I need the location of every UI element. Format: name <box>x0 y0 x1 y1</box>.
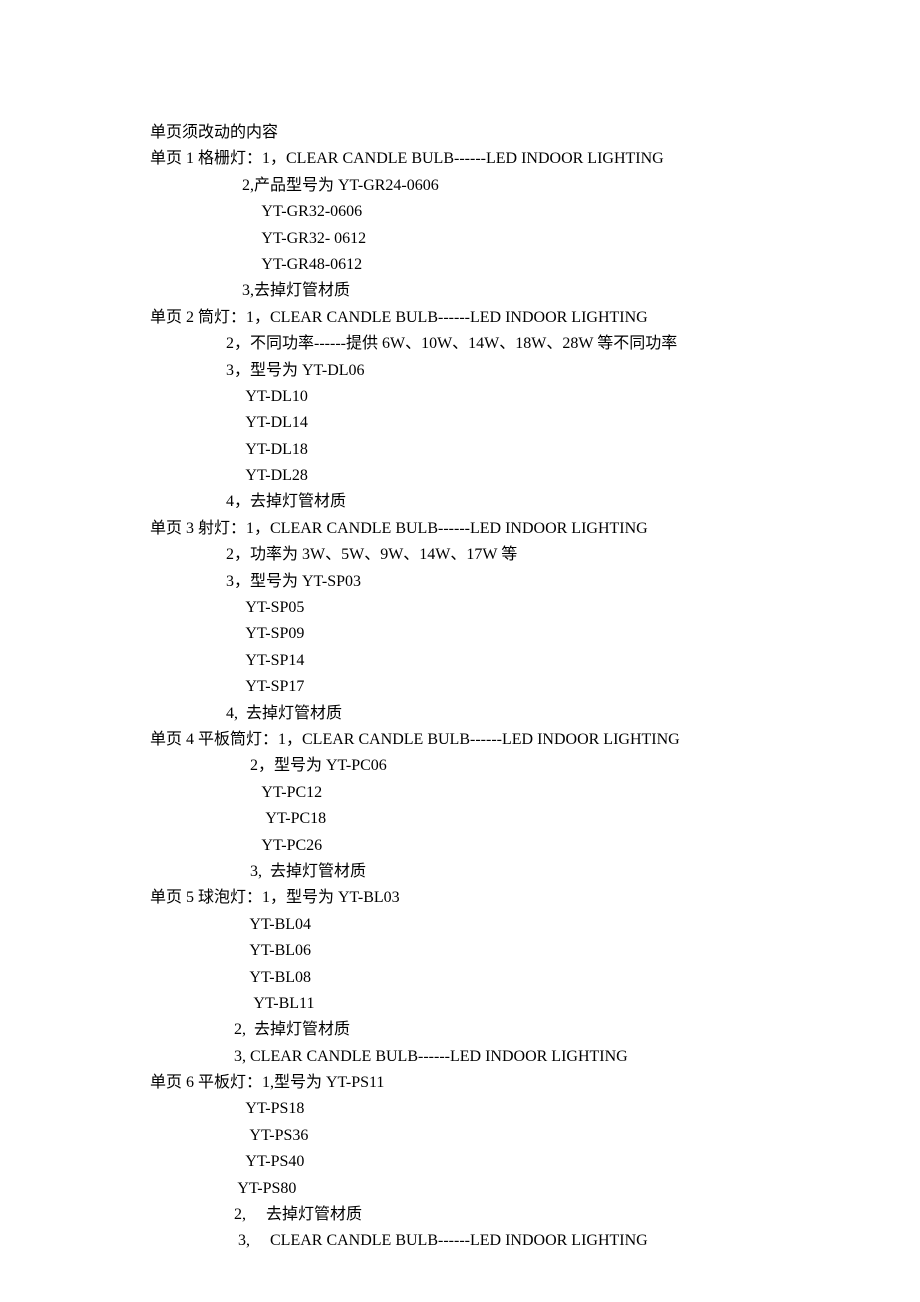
text-line: YT-PS40 <box>150 1149 920 1175</box>
text-line: YT-SP14 <box>150 648 920 674</box>
text-line: YT-DL28 <box>150 463 920 489</box>
text-line: 2，不同功率------提供 6W、10W、14W、18W、28W 等不同功率 <box>150 331 920 357</box>
text-line: 3, 去掉灯管材质 <box>150 859 920 885</box>
text-line: 单页 2 筒灯：1，CLEAR CANDLE BULB------LED IND… <box>150 305 920 331</box>
text-line: YT-DL10 <box>150 384 920 410</box>
text-line: 3, CLEAR CANDLE BULB------LED INDOOR LIG… <box>150 1044 920 1070</box>
text-line: YT-PC26 <box>150 833 920 859</box>
text-line: 单页 1 格栅灯：1，CLEAR CANDLE BULB------LED IN… <box>150 146 920 172</box>
text-line: 3，型号为 YT-SP03 <box>150 569 920 595</box>
text-line: YT-PC18 <box>150 806 920 832</box>
text-line: YT-SP17 <box>150 674 920 700</box>
text-line: 3,去掉灯管材质 <box>150 278 920 304</box>
document-page: 单页须改动的内容 单页 1 格栅灯：1，CLEAR CANDLE BULB---… <box>0 0 920 1255</box>
text-line: 单页 6 平板灯：1,型号为 YT-PS11 <box>150 1070 920 1096</box>
text-line: 3，型号为 YT-DL06 <box>150 358 920 384</box>
text-line: 单页 3 射灯：1，CLEAR CANDLE BULB------LED IND… <box>150 516 920 542</box>
text-line: 4，去掉灯管材质 <box>150 489 920 515</box>
text-line: 2，功率为 3W、5W、9W、14W、17W 等 <box>150 542 920 568</box>
text-line: YT-PS18 <box>150 1096 920 1122</box>
text-line: YT-BL08 <box>150 965 920 991</box>
text-line: 4, 去掉灯管材质 <box>150 701 920 727</box>
text-line: YT-BL11 <box>150 991 920 1017</box>
text-line: YT-SP05 <box>150 595 920 621</box>
text-line: YT-GR32-0606 <box>150 199 920 225</box>
text-line: YT-GR32- 0612 <box>150 226 920 252</box>
text-line: YT-BL06 <box>150 938 920 964</box>
text-line: YT-GR48-0612 <box>150 252 920 278</box>
text-line: YT-PS80 <box>150 1176 920 1202</box>
text-line: 单页须改动的内容 <box>150 120 920 146</box>
text-line: YT-PC12 <box>150 780 920 806</box>
text-line: 2,产品型号为 YT-GR24-0606 <box>150 173 920 199</box>
text-line: 2，型号为 YT-PC06 <box>150 753 920 779</box>
text-line: 2, 去掉灯管材质 <box>150 1017 920 1043</box>
text-line: 2, 去掉灯管材质 <box>150 1202 920 1228</box>
text-line: YT-SP09 <box>150 621 920 647</box>
text-line: 3, CLEAR CANDLE BULB------LED INDOOR LIG… <box>150 1228 920 1254</box>
text-line: YT-DL18 <box>150 437 920 463</box>
text-line: 单页 5 球泡灯：1，型号为 YT-BL03 <box>150 885 920 911</box>
text-line: 单页 4 平板筒灯：1，CLEAR CANDLE BULB------LED I… <box>150 727 920 753</box>
text-line: YT-PS36 <box>150 1123 920 1149</box>
text-line: YT-DL14 <box>150 410 920 436</box>
text-line: YT-BL04 <box>150 912 920 938</box>
